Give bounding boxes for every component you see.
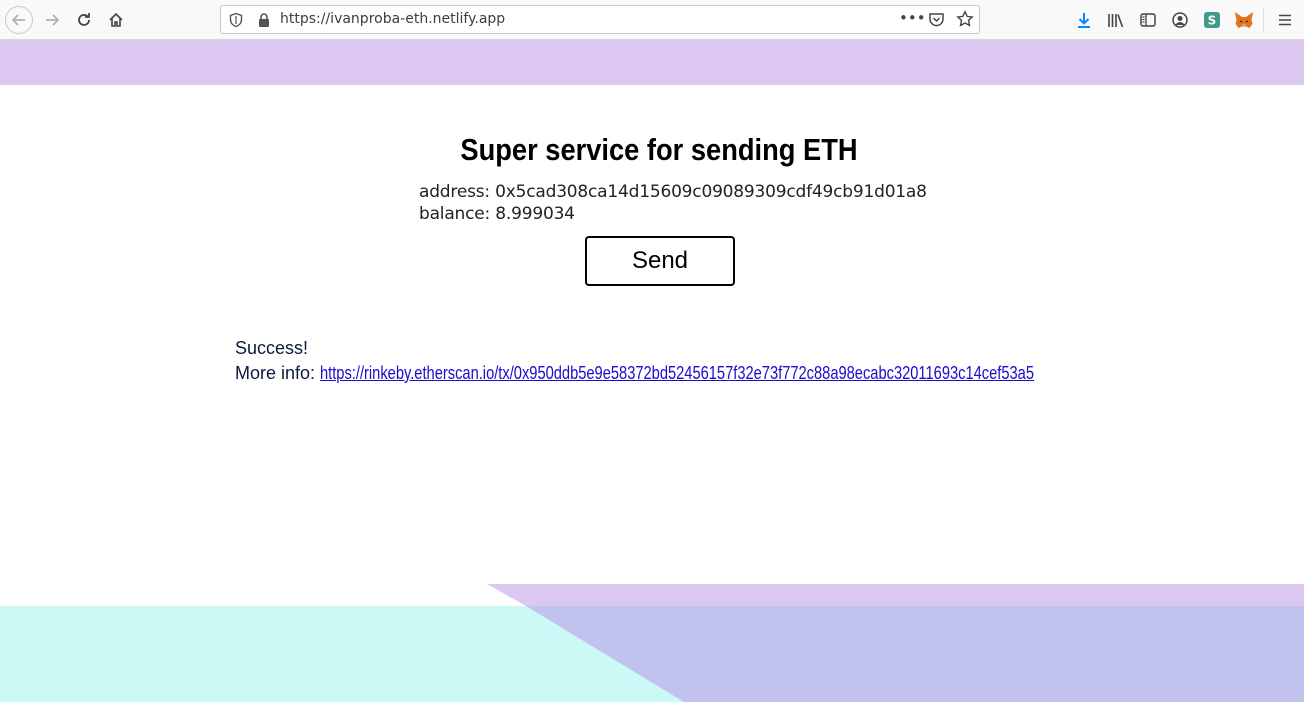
status-text: Success! bbox=[235, 338, 309, 358]
arrow-right-icon bbox=[46, 14, 60, 26]
more-info-line: More info: https://rinkeby.etherscan.io/… bbox=[235, 363, 1196, 384]
send-button[interactable]: Send bbox=[585, 236, 735, 286]
back-button[interactable] bbox=[5, 6, 33, 34]
etherscan-tx-link[interactable]: https://rinkeby.etherscan.io/tx/0x950ddb… bbox=[320, 363, 1034, 384]
account-icon[interactable] bbox=[1170, 10, 1190, 30]
svg-text:S: S bbox=[1208, 14, 1217, 28]
page-title: Super service for sending ETH bbox=[460, 132, 858, 167]
library-icon[interactable] bbox=[1106, 10, 1126, 30]
lock-icon[interactable] bbox=[257, 12, 271, 28]
address-line: address: 0x5cad308ca14d15609c09089309cdf… bbox=[419, 182, 927, 202]
more-info-label: More info: bbox=[235, 363, 316, 383]
download-icon[interactable] bbox=[1074, 10, 1094, 30]
shield-icon[interactable] bbox=[228, 12, 244, 28]
star-icon[interactable] bbox=[956, 10, 974, 28]
balance-value: 8.999034 bbox=[495, 204, 575, 224]
pocket-icon[interactable] bbox=[928, 11, 945, 28]
bottom-purple-light-band bbox=[487, 584, 1304, 606]
url-text[interactable]: https://ivanproba-eth.netlify.app bbox=[280, 11, 505, 27]
arrow-left-icon bbox=[11, 14, 25, 26]
bottom-decor-shapes bbox=[0, 584, 1304, 702]
reload-button[interactable] bbox=[70, 6, 98, 34]
address-label: address: bbox=[419, 182, 490, 202]
extension-s-icon[interactable]: S bbox=[1202, 10, 1222, 30]
reload-icon bbox=[78, 13, 90, 26]
hamburger-menu-icon[interactable] bbox=[1275, 10, 1295, 30]
balance-line: balance: 8.999034 bbox=[419, 204, 575, 224]
toolbar-separator bbox=[1263, 8, 1264, 32]
top-decor-band bbox=[0, 40, 1304, 85]
home-icon bbox=[109, 12, 123, 27]
browser-toolbar: https://ivanproba-eth.netlify.app ••• S bbox=[0, 0, 1304, 40]
sidebar-icon[interactable] bbox=[1138, 10, 1158, 30]
page-content: Super service for sending ETH address: 0… bbox=[0, 40, 1304, 702]
balance-label: balance: bbox=[419, 204, 491, 224]
home-button[interactable] bbox=[102, 6, 130, 34]
forward-button[interactable] bbox=[38, 6, 66, 34]
address-value: 0x5cad308ca14d15609c09089309cdf49cb91d01… bbox=[495, 182, 927, 202]
url-bar[interactable]: https://ivanproba-eth.netlify.app ••• bbox=[220, 5, 980, 34]
more-dots-icon[interactable]: ••• bbox=[899, 9, 926, 27]
fox-icon[interactable] bbox=[1234, 10, 1254, 30]
